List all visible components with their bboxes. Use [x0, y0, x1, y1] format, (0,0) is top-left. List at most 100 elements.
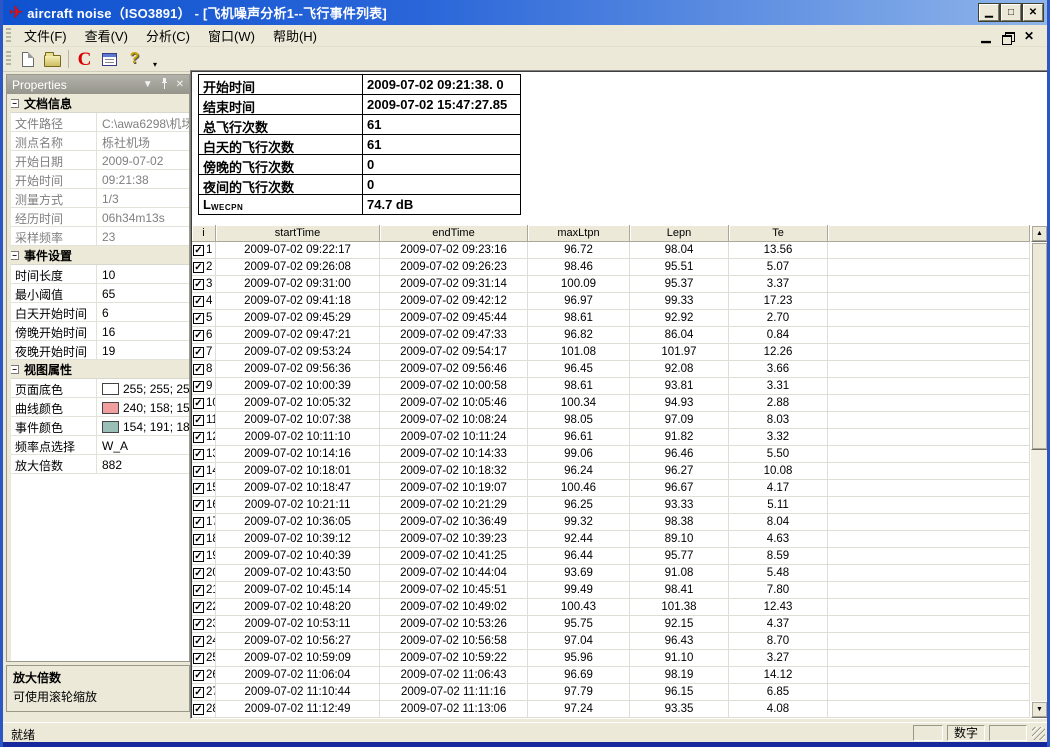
table-row[interactable]: ✓22009-07-02 09:26:082009-07-02 09:26:23…: [192, 259, 1030, 276]
table-row[interactable]: ✓282009-07-02 11:12:492009-07-02 11:13:0…: [192, 701, 1030, 718]
menu-item-0[interactable]: 文件(F): [15, 24, 76, 47]
properties-icon[interactable]: [98, 49, 121, 70]
property-value[interactable]: 16: [97, 322, 189, 340]
property-value[interactable]: 09:21:38: [97, 170, 189, 188]
property-value[interactable]: 19: [97, 341, 189, 359]
row-checkbox[interactable]: ✓: [193, 568, 204, 579]
scrollbar-thumb[interactable]: [1031, 242, 1047, 450]
table-row[interactable]: ✓82009-07-02 09:56:362009-07-02 09:56:46…: [192, 361, 1030, 378]
row-checkbox[interactable]: ✓: [193, 517, 204, 528]
table-row[interactable]: ✓142009-07-02 10:18:012009-07-02 10:18:3…: [192, 463, 1030, 480]
mdi-minimize-icon[interactable]: ▁: [978, 29, 994, 43]
row-checkbox[interactable]: ✓: [193, 585, 204, 596]
column-header-startTime[interactable]: startTime: [216, 225, 380, 242]
property-value[interactable]: 240; 158; 15: [97, 398, 189, 416]
open-file-icon[interactable]: [41, 49, 64, 70]
property-value[interactable]: 154; 191; 18: [97, 417, 189, 435]
row-checkbox[interactable]: ✓: [193, 432, 204, 443]
column-header-endTime[interactable]: endTime: [380, 225, 528, 242]
toolbar-grip[interactable]: [6, 51, 11, 68]
table-row[interactable]: ✓262009-07-02 11:06:042009-07-02 11:06:4…: [192, 667, 1030, 684]
table-row[interactable]: ✓92009-07-02 10:00:392009-07-02 10:00:58…: [192, 378, 1030, 395]
row-checkbox[interactable]: ✓: [193, 636, 204, 647]
table-row[interactable]: ✓32009-07-02 09:31:002009-07-02 09:31:14…: [192, 276, 1030, 293]
table-row[interactable]: ✓182009-07-02 10:39:122009-07-02 10:39:2…: [192, 531, 1030, 548]
row-checkbox[interactable]: ✓: [193, 415, 204, 426]
table-row[interactable]: ✓122009-07-02 10:11:102009-07-02 10:11:2…: [192, 429, 1030, 446]
property-value[interactable]: 06h34m13s: [97, 208, 189, 226]
row-checkbox[interactable]: ✓: [193, 466, 204, 477]
vertical-scrollbar[interactable]: ▲ ▼: [1030, 225, 1047, 718]
table-row[interactable]: ✓252009-07-02 10:59:092009-07-02 10:59:2…: [192, 650, 1030, 667]
collapse-minus-icon[interactable]: −: [10, 365, 19, 374]
property-row[interactable]: 经历时间06h34m13s: [11, 208, 189, 227]
property-value[interactable]: W_A: [97, 436, 189, 454]
row-checkbox[interactable]: ✓: [193, 551, 204, 562]
property-group-header[interactable]: −视图属性: [7, 360, 189, 379]
calibrate-c-icon[interactable]: C: [73, 49, 96, 70]
column-header-filler[interactable]: [828, 225, 1030, 242]
table-row[interactable]: ✓42009-07-02 09:41:182009-07-02 09:42:12…: [192, 293, 1030, 310]
menu-item-4[interactable]: 帮助(H): [264, 24, 326, 47]
property-row[interactable]: 开始时间09:21:38: [11, 170, 189, 189]
collapse-minus-icon[interactable]: −: [10, 251, 19, 260]
row-checkbox[interactable]: ✓: [193, 704, 204, 715]
column-header-Lepn[interactable]: Lepn: [630, 225, 729, 242]
table-row[interactable]: ✓272009-07-02 11:10:442009-07-02 11:11:1…: [192, 684, 1030, 701]
property-value[interactable]: 1/3: [97, 189, 189, 207]
property-row[interactable]: 频率点选择W_A: [11, 436, 189, 455]
row-checkbox[interactable]: ✓: [193, 602, 204, 613]
row-checkbox[interactable]: ✓: [193, 245, 204, 256]
property-value[interactable]: 23: [97, 227, 189, 245]
table-row[interactable]: ✓102009-07-02 10:05:322009-07-02 10:05:4…: [192, 395, 1030, 412]
property-row[interactable]: 测点名称栎社机场: [11, 132, 189, 151]
property-row[interactable]: 测量方式1/3: [11, 189, 189, 208]
property-value[interactable]: 10: [97, 265, 189, 283]
property-row[interactable]: 最小阈值65: [11, 284, 189, 303]
row-checkbox[interactable]: ✓: [193, 483, 204, 494]
table-row[interactable]: ✓162009-07-02 10:21:112009-07-02 10:21:2…: [192, 497, 1030, 514]
table-row[interactable]: ✓222009-07-02 10:48:202009-07-02 10:49:0…: [192, 599, 1030, 616]
table-row[interactable]: ✓192009-07-02 10:40:392009-07-02 10:41:2…: [192, 548, 1030, 565]
minimize-button[interactable]: ▁: [979, 4, 999, 21]
mdi-restore-icon[interactable]: [1002, 32, 1013, 42]
property-row[interactable]: 夜晚开始时间19: [11, 341, 189, 360]
table-row[interactable]: ✓112009-07-02 10:07:382009-07-02 10:08:2…: [192, 412, 1030, 429]
row-checkbox[interactable]: ✓: [193, 653, 204, 664]
table-row[interactable]: ✓172009-07-02 10:36:052009-07-02 10:36:4…: [192, 514, 1030, 531]
property-value[interactable]: 2009-07-02: [97, 151, 189, 169]
scroll-up-icon[interactable]: ▲: [1031, 225, 1047, 242]
resize-grip[interactable]: [1032, 727, 1045, 740]
menu-item-3[interactable]: 窗口(W): [199, 24, 264, 47]
table-row[interactable]: ✓62009-07-02 09:47:212009-07-02 09:47:33…: [192, 327, 1030, 344]
property-row[interactable]: 事件颜色154; 191; 18: [11, 417, 189, 436]
panel-menu-chevron-icon[interactable]: ▼: [143, 80, 153, 90]
table-row[interactable]: ✓132009-07-02 10:14:162009-07-02 10:14:3…: [192, 446, 1030, 463]
row-checkbox[interactable]: ✓: [193, 398, 204, 409]
table-row[interactable]: ✓12009-07-02 09:22:172009-07-02 09:23:16…: [192, 242, 1030, 259]
collapse-minus-icon[interactable]: −: [10, 99, 19, 108]
table-row[interactable]: ✓152009-07-02 10:18:472009-07-02 10:19:0…: [192, 480, 1030, 497]
property-value[interactable]: 255; 255; 25: [97, 379, 189, 397]
property-row[interactable]: 傍晚开始时间16: [11, 322, 189, 341]
column-header-maxLtpn[interactable]: maxLtpn: [528, 225, 630, 242]
row-checkbox[interactable]: ✓: [193, 500, 204, 511]
row-checkbox[interactable]: ✓: [193, 381, 204, 392]
maximize-button[interactable]: □: [1001, 4, 1021, 21]
property-group-header[interactable]: −文档信息: [7, 94, 189, 113]
row-checkbox[interactable]: ✓: [193, 449, 204, 460]
table-row[interactable]: ✓52009-07-02 09:45:292009-07-02 09:45:44…: [192, 310, 1030, 327]
property-row[interactable]: 开始日期2009-07-02: [11, 151, 189, 170]
table-row[interactable]: ✓242009-07-02 10:56:272009-07-02 10:56:5…: [192, 633, 1030, 650]
property-value[interactable]: C:\awa6298\机场: [97, 113, 189, 131]
table-row[interactable]: ✓202009-07-02 10:43:502009-07-02 10:44:0…: [192, 565, 1030, 582]
property-row[interactable]: 采样频率23: [11, 227, 189, 246]
property-row[interactable]: 曲线颜色240; 158; 15: [11, 398, 189, 417]
row-checkbox[interactable]: ✓: [193, 262, 204, 273]
property-row[interactable]: 放大倍数882: [11, 455, 189, 474]
panel-pin-icon[interactable]: [160, 78, 169, 92]
property-value[interactable]: 882: [97, 455, 189, 473]
menu-item-2[interactable]: 分析(C): [137, 24, 199, 47]
property-value[interactable]: 65: [97, 284, 189, 302]
property-value[interactable]: 6: [97, 303, 189, 321]
